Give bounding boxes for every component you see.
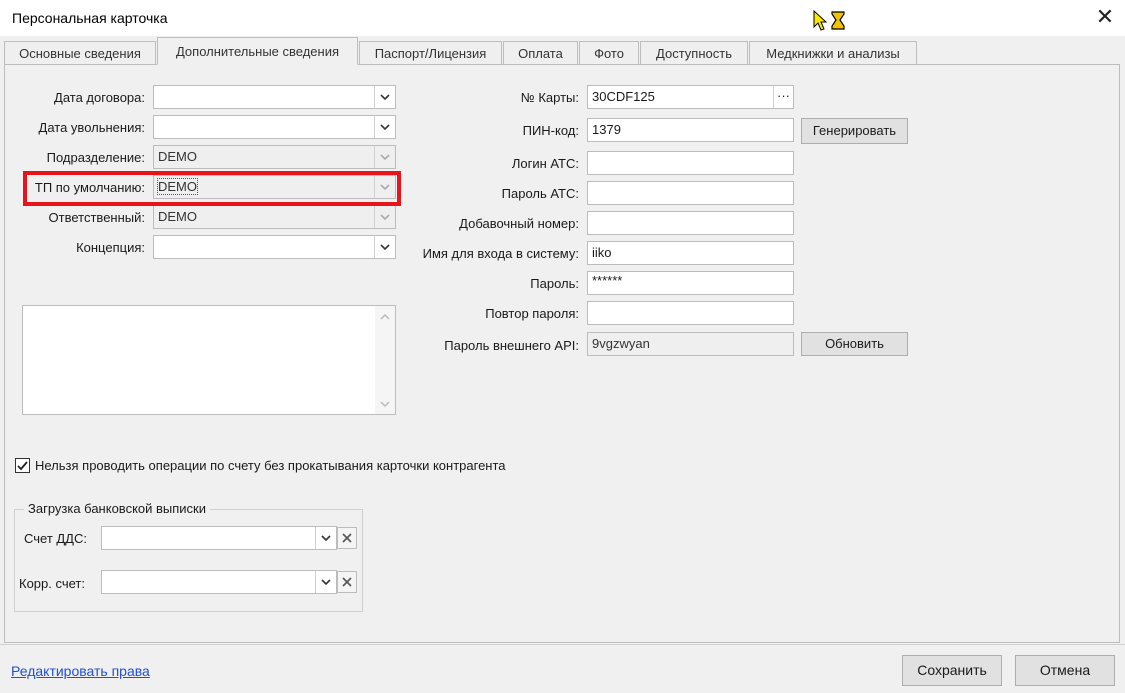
tab-additional-info[interactable]: Дополнительные сведения — [157, 37, 358, 65]
chevron-down-icon — [374, 146, 395, 168]
pin-field[interactable]: 1379 — [587, 118, 794, 142]
corr-account-field[interactable] — [101, 570, 337, 594]
chevron-down-icon[interactable] — [315, 527, 336, 549]
dismissal-date-field[interactable] — [153, 115, 396, 139]
chevron-down-icon[interactable] — [374, 236, 395, 258]
password-field[interactable]: ****** — [587, 271, 794, 295]
refresh-button[interactable]: Обновить — [801, 332, 908, 356]
tab-main-info[interactable]: Основные сведения — [4, 41, 156, 64]
ats-login-label: Логин АТС: — [511, 156, 579, 171]
chevron-down-icon[interactable] — [374, 116, 395, 138]
password-repeat-field[interactable] — [587, 301, 794, 325]
responsible-field: DEMO — [153, 205, 396, 229]
tab-payment[interactable]: Оплата — [503, 41, 578, 64]
tab-medical[interactable]: Медкнижки и анализы — [749, 41, 917, 64]
chevron-down-icon[interactable] — [374, 86, 395, 108]
ats-password-field[interactable] — [587, 181, 794, 205]
concept-field[interactable] — [153, 235, 396, 259]
clear-dds-account-button[interactable] — [337, 527, 357, 549]
no-card-operations-checkbox[interactable] — [15, 458, 30, 473]
department-label: Подразделение: — [46, 150, 145, 165]
close-icon — [342, 533, 352, 543]
dds-account-field[interactable] — [101, 526, 337, 550]
login-name-label: Имя для входа в систему: — [422, 246, 579, 261]
bank-statement-group — [14, 509, 363, 612]
login-name-field[interactable]: iiko — [587, 241, 794, 265]
concept-label: Концепция: — [76, 240, 145, 255]
password-label: Пароль: — [530, 276, 579, 291]
api-password-label: Пароль внешнего API: — [444, 338, 579, 353]
dds-account-label: Счет ДДС: — [24, 531, 87, 546]
window-title: Персональная карточка — [12, 10, 168, 26]
ats-login-field[interactable] — [587, 151, 794, 175]
contract-date-field[interactable] — [153, 85, 396, 109]
api-password-field: 9vgzwyan — [587, 332, 794, 356]
chevron-down-icon — [374, 206, 395, 228]
dismissal-date-label: Дата увольнения: — [38, 120, 145, 135]
tab-availability[interactable]: Доступность — [640, 41, 748, 64]
extension-number-label: Добавочный номер: — [459, 216, 579, 231]
contract-date-label: Дата договора: — [54, 90, 145, 105]
generate-button[interactable]: Генерировать — [801, 118, 908, 144]
save-button[interactable]: Сохранить — [902, 655, 1002, 686]
ellipsis-button[interactable]: ··· — [773, 86, 793, 108]
tab-passport[interactable]: Паспорт/Лицензия — [359, 41, 502, 64]
clear-corr-account-button[interactable] — [337, 571, 357, 593]
close-icon — [342, 577, 352, 587]
extension-number-field[interactable] — [587, 211, 794, 235]
chevron-down-icon[interactable] — [315, 571, 336, 593]
password-repeat-label: Повтор пароля: — [485, 306, 579, 321]
checkmark-icon — [17, 461, 28, 471]
footer-divider — [0, 644, 1125, 645]
title-bar — [0, 0, 1125, 36]
responsible-label: Ответственный: — [48, 210, 145, 225]
cancel-button[interactable]: Отмена — [1015, 655, 1115, 686]
department-field: DEMO — [153, 145, 396, 169]
notes-textarea[interactable] — [22, 305, 396, 415]
card-number-label: № Карты: — [520, 90, 579, 105]
busy-cursor-icon — [813, 9, 847, 35]
no-card-operations-label[interactable]: Нельзя проводить операции по счету без п… — [35, 458, 506, 473]
scrollbar[interactable] — [375, 306, 395, 414]
pin-label: ПИН-код: — [522, 123, 579, 138]
edit-rights-link[interactable]: Редактировать права — [11, 663, 150, 679]
bank-statement-group-title: Загрузка банковской выписки — [24, 501, 211, 516]
annotation-highlight-box — [23, 171, 401, 206]
close-button[interactable]: ✕ — [1095, 6, 1115, 28]
corr-account-label: Корр. счет: — [19, 576, 85, 591]
ats-password-label: Пароль АТС: — [501, 186, 579, 201]
card-number-field[interactable]: 30CDF125 ··· — [587, 85, 794, 109]
tab-photo[interactable]: Фото — [579, 41, 639, 64]
